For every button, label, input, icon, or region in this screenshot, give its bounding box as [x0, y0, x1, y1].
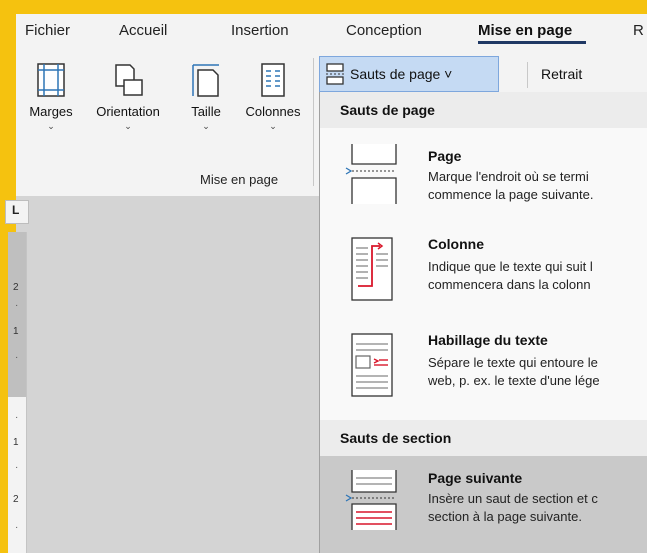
- ruler-tick: ·: [15, 462, 19, 473]
- text-wrapping-break-icon: [351, 333, 393, 397]
- page-break-icon: [326, 63, 344, 85]
- page-break-icon: [345, 144, 397, 204]
- tab-selector-label: L: [12, 203, 20, 217]
- orientation-label: Orientation: [96, 104, 160, 119]
- menu-item-description: section à la page suivante.: [428, 509, 582, 524]
- menu-item-description: Sépare le texte qui entoure le: [428, 355, 598, 370]
- ruler-number: 2: [13, 494, 19, 505]
- chevron-down-icon: ⌄: [47, 121, 55, 131]
- chevron-down-icon: ⌄: [202, 121, 210, 131]
- menu-item-description: Indique que le texte qui suit l: [428, 259, 593, 274]
- indent-label: Retrait: [541, 66, 583, 82]
- ribbon-tabs: Fichier Accueil Insertion Conception Mis…: [16, 14, 647, 50]
- section-header-label: Sauts de section: [340, 430, 452, 446]
- tab-fichier[interactable]: Fichier: [25, 22, 70, 39]
- margins-label: Marges: [29, 104, 73, 119]
- menu-item-text-wrapping[interactable]: Habillage du texte Sépare le texte qui e…: [320, 316, 647, 420]
- column-break-icon: [351, 237, 393, 301]
- menu-item-page[interactable]: Page Marque l'endroit où se termi commen…: [320, 132, 647, 220]
- tab-r[interactable]: R: [633, 22, 644, 39]
- ruler-tick: ·: [15, 412, 19, 423]
- menu-item-description: commencera dans la colonn: [428, 277, 591, 292]
- tab-insertion[interactable]: Insertion: [231, 22, 289, 39]
- breaks-dropdown-button[interactable]: Sauts de page ˅: [319, 56, 499, 92]
- breaks-dropdown-label: Sauts de page ˅: [350, 66, 453, 82]
- tab-conception[interactable]: Conception: [346, 22, 422, 39]
- active-tab-indicator: [478, 41, 586, 44]
- menu-item-description: Marque l'endroit où se termi: [428, 169, 589, 184]
- size-button[interactable]: Taille ⌄: [178, 62, 234, 132]
- tab-mise-en-page[interactable]: Mise en page: [478, 22, 572, 39]
- menu-item-next-page[interactable]: Page suivante Insère un saut de section …: [320, 456, 647, 553]
- menu-item-title: Colonne: [428, 236, 484, 252]
- menu-item-description: commence la page suivante.: [428, 187, 594, 202]
- breaks-dropdown-menu: Sauts de page Page Marque l'endroit où s…: [319, 92, 647, 553]
- menu-item-title: Habillage du texte: [428, 332, 548, 348]
- ruler-tick: ·: [15, 522, 19, 533]
- ruler-margin-area: [8, 232, 26, 397]
- columns-icon: [261, 63, 285, 97]
- size-label: Taille: [191, 104, 221, 119]
- menu-item-title: Page: [428, 148, 462, 164]
- margins-icon: [37, 63, 65, 97]
- document-area[interactable]: [16, 196, 319, 553]
- next-page-break-icon: [345, 470, 397, 530]
- ruler-tick: ·: [15, 300, 19, 311]
- vertical-ruler[interactable]: 2 · 1 · · 1 · 2 ·: [8, 232, 27, 553]
- orientation-icon: [115, 64, 143, 96]
- ruler-tick: ·: [15, 352, 19, 363]
- menu-item-title: Page suivante: [428, 470, 523, 486]
- chevron-down-icon: ⌄: [269, 121, 277, 131]
- ruler-number: 2: [13, 282, 19, 293]
- columns-button[interactable]: Colonnes ⌄: [236, 62, 310, 132]
- ruler-number: 1: [13, 326, 19, 337]
- margins-button[interactable]: Marges ⌄: [18, 62, 84, 132]
- columns-label: Colonnes: [245, 104, 301, 119]
- size-icon: [192, 64, 219, 97]
- menu-item-column[interactable]: Colonne Indique que le texte qui suit l …: [320, 222, 647, 314]
- section-header-page-breaks: Sauts de page: [320, 92, 647, 128]
- ruler-number: 1: [13, 437, 19, 448]
- yellow-border-top: [0, 0, 647, 14]
- section-header-label: Sauts de page: [340, 102, 435, 118]
- group-divider: [313, 58, 314, 186]
- section-header-section-breaks: Sauts de section: [320, 420, 647, 456]
- orientation-button[interactable]: Orientation ⌄: [82, 62, 174, 132]
- page-setup-toolbar: Sauts de page ˅ Retrait: [319, 56, 647, 93]
- toolbar-divider: [527, 62, 528, 88]
- tab-selector[interactable]: L: [5, 200, 29, 224]
- chevron-down-icon: ⌄: [124, 121, 132, 131]
- menu-item-description: web, p. ex. le texte d'une lége: [428, 373, 600, 388]
- group-label-mise-en-page: Mise en page: [200, 172, 279, 187]
- tab-accueil[interactable]: Accueil: [119, 22, 167, 39]
- menu-item-description: Insère un saut de section et c: [428, 491, 598, 506]
